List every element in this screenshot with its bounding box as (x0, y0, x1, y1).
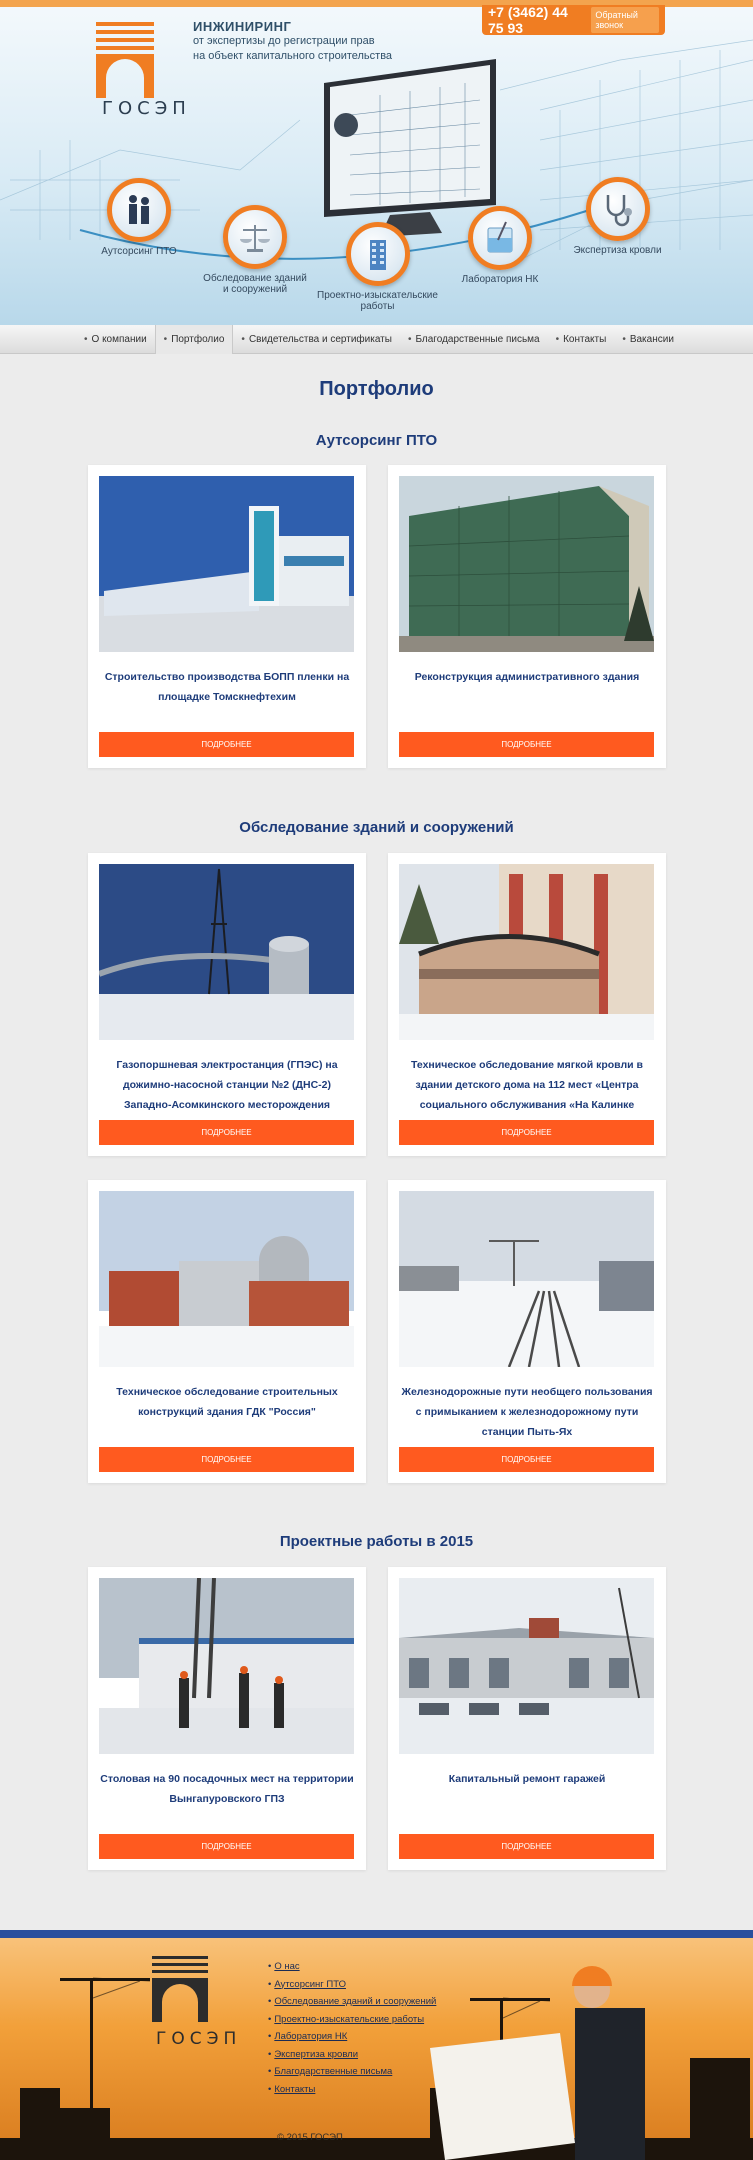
more-button[interactable]: ПОДРОБНЕЕ (399, 1447, 654, 1472)
footer-link-design[interactable]: Проектно-изыскательские работы (268, 2011, 436, 2029)
service-label: Обследование зданий и сооружений (203, 273, 307, 295)
card-caption[interactable]: Железнодорожные пути необщего пользовани… (400, 1382, 654, 1442)
footer-link-about[interactable]: О нас (268, 1958, 436, 1976)
copyright: © 2015 ГОСЭП (277, 2132, 343, 2143)
page-title: Портфолио (319, 378, 434, 400)
portfolio-card[interactable]: Газопоршневая электростанция (ГПЭС) на д… (88, 853, 366, 1156)
project-photo (99, 1578, 354, 1754)
section-title-outsourcing: Аутсорсинг ПТО (315, 432, 438, 449)
service-label: Лаборатория НК (461, 274, 539, 285)
footer-stripe (0, 1930, 753, 1938)
tagline-title: ИНЖИНИРИНГ (193, 19, 292, 34)
callback-button[interactable]: Обратный звонок (591, 7, 659, 33)
header: ГОСЭП ИНЖИНИРИНГ от экспертизы до регист… (0, 0, 753, 325)
nav-item-about[interactable]: О компании (76, 325, 155, 354)
project-photo (399, 1578, 654, 1754)
service-label: Аутсорсинг ПТО (101, 246, 177, 257)
more-button[interactable]: ПОДРОБНЕЕ (399, 732, 654, 757)
flask-icon (468, 206, 532, 270)
people-icon (107, 178, 171, 242)
footer-link-outsourcing[interactable]: Аутсорсинг ПТО (268, 1976, 436, 1994)
footer-link-letters[interactable]: Благодарственные письма (268, 2063, 436, 2081)
service-label: Экспертиза кровли (573, 245, 662, 256)
building-icon (345, 222, 410, 286)
stethoscope-icon (585, 177, 650, 241)
project-photo (99, 864, 354, 1040)
project-photo (99, 1191, 354, 1367)
footer: ГОСЭП О нас Аутсорсинг ПТО Обследование … (0, 1938, 753, 2160)
card-caption[interactable]: Техническое обследование мягкой кровли в… (400, 1055, 654, 1115)
phone-number[interactable]: +7 (3462) 44 75 93 (488, 4, 585, 36)
footer-logo-text[interactable]: ГОСЭП (156, 2029, 241, 2049)
tagline-line1: от экспертизы до регистрации прав (193, 35, 375, 47)
section-title-design: Проектные работы в 2015 (279, 1533, 474, 1550)
more-button[interactable]: ПОДРОБНЕЕ (99, 1120, 354, 1145)
section-title-inspection: Обследование зданий и сооружений (239, 819, 514, 836)
portfolio-card[interactable]: Столовая на 90 посадочных мест на террит… (88, 1567, 366, 1870)
footer-link-lab[interactable]: Лаборатория НК (268, 2028, 436, 2046)
card-caption[interactable]: Строительство производства БОПП пленки н… (100, 667, 354, 707)
more-button[interactable]: ПОДРОБНЕЕ (399, 1120, 654, 1145)
service-design[interactable]: Проектно-изыскательские работы (315, 222, 440, 312)
more-button[interactable]: ПОДРОБНЕЕ (399, 1834, 654, 1859)
footer-logo-mark (152, 1956, 208, 2022)
card-caption[interactable]: Капитальный ремонт гаражей (400, 1769, 654, 1789)
scales-icon (223, 205, 287, 269)
project-photo (399, 476, 654, 652)
portfolio-card[interactable]: Строительство производства БОПП пленки н… (88, 465, 366, 768)
card-caption[interactable]: Газопоршневая электростанция (ГПЭС) на д… (100, 1055, 354, 1115)
engineer-illustration (430, 1966, 645, 2160)
nav-item-certificates[interactable]: Свидетельства и сертификаты (233, 325, 400, 354)
project-photo (399, 864, 654, 1040)
more-button[interactable]: ПОДРОБНЕЕ (99, 732, 354, 757)
nav-item-portfolio[interactable]: Портфолио (154, 325, 234, 354)
main-nav: О компании Портфолио Свидетельства и сер… (0, 325, 753, 354)
footer-menu: О нас Аутсорсинг ПТО Обследование зданий… (268, 1958, 436, 2098)
service-lab[interactable]: Лаборатория НК (455, 206, 545, 285)
footer-link-contacts[interactable]: Контакты (268, 2081, 436, 2099)
nav-item-vacancies[interactable]: Вакансии (614, 325, 682, 354)
service-inspection[interactable]: Обследование зданий и сооружений (200, 205, 310, 295)
footer-link-roof[interactable]: Экспертиза кровли (268, 2046, 436, 2064)
nav-item-letters[interactable]: Благодарственные письма (400, 325, 548, 354)
portfolio-card[interactable]: Железнодорожные пути необщего пользовани… (388, 1180, 666, 1483)
portfolio-card[interactable]: Капитальный ремонт гаражей ПОДРОБНЕЕ (388, 1567, 666, 1870)
service-outsourcing[interactable]: Аутсорсинг ПТО (94, 178, 184, 257)
card-caption[interactable]: Реконструкция административного здания (400, 667, 654, 687)
portfolio-card[interactable]: Техническое обследование мягкой кровли в… (388, 853, 666, 1156)
service-label: Проектно-изыскательские работы (317, 290, 438, 312)
portfolio-card[interactable]: Техническое обследование строительных ко… (88, 1180, 366, 1483)
logo-text[interactable]: ГОСЭП (102, 98, 191, 119)
nav-item-contacts[interactable]: Контакты (548, 325, 615, 354)
more-button[interactable]: ПОДРОБНЕЕ (99, 1447, 354, 1472)
card-caption[interactable]: Столовая на 90 посадочных мест на террит… (100, 1769, 354, 1809)
project-photo (399, 1191, 654, 1367)
portfolio-card[interactable]: Реконструкция административного здания П… (388, 465, 666, 768)
more-button[interactable]: ПОДРОБНЕЕ (99, 1834, 354, 1859)
service-roof[interactable]: Экспертиза кровли (570, 177, 665, 256)
phone-box: +7 (3462) 44 75 93 Обратный звонок (482, 4, 665, 36)
project-photo (99, 476, 354, 652)
footer-link-inspection[interactable]: Обследование зданий и сооружений (268, 1993, 436, 2011)
card-caption[interactable]: Техническое обследование строительных ко… (100, 1382, 354, 1422)
